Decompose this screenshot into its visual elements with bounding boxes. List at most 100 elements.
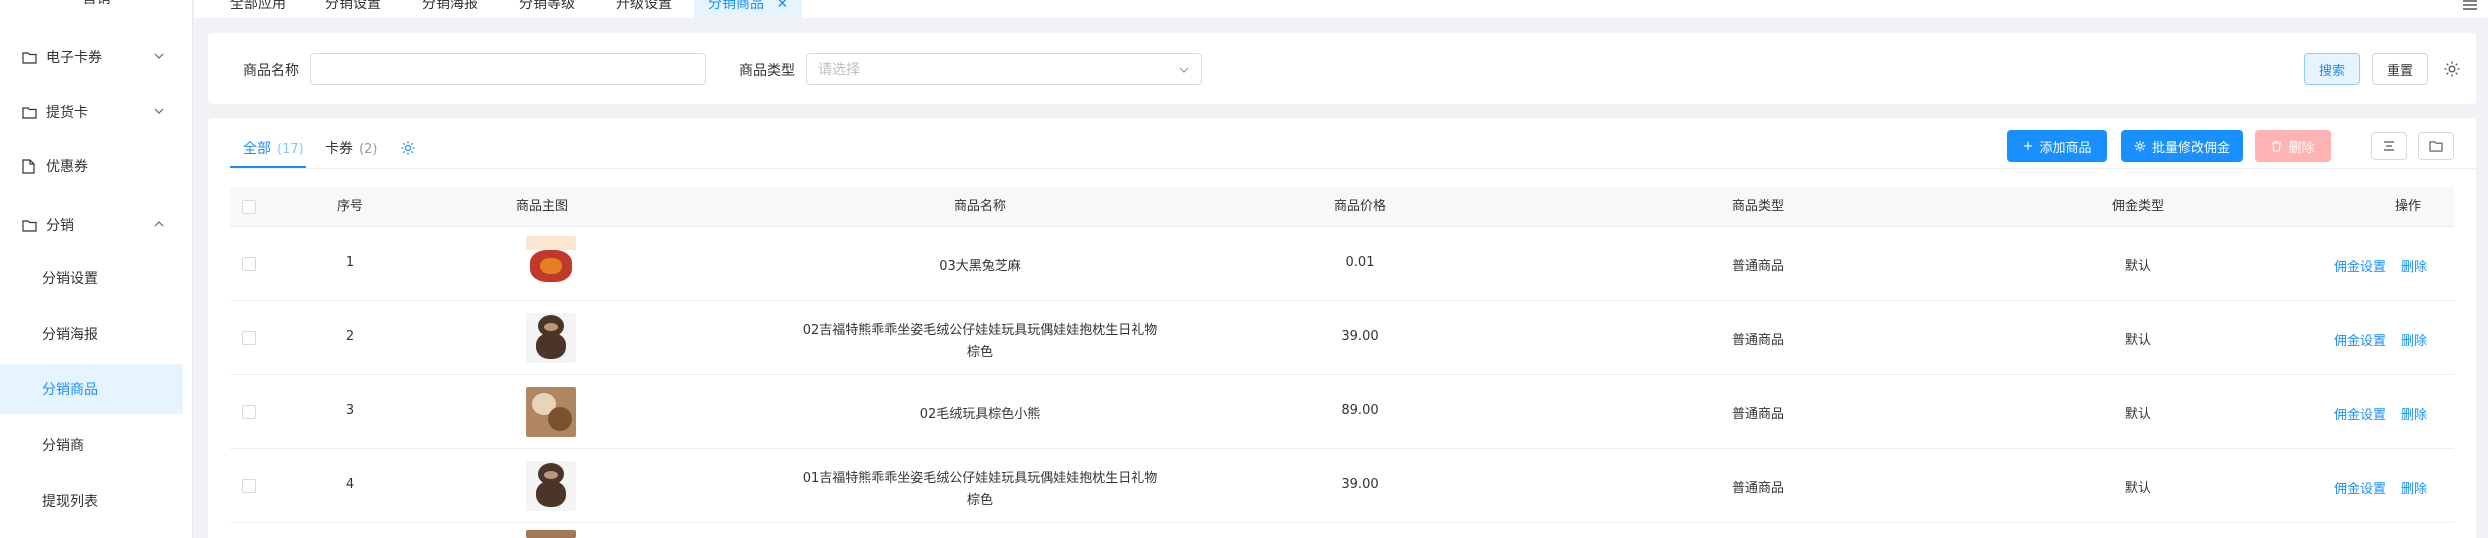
view-tab-all[interactable]: 全部 (17) bbox=[243, 138, 304, 158]
product-name-line2: 棕色 bbox=[966, 493, 993, 508]
chevron-down-icon bbox=[154, 53, 164, 59]
add-product-button[interactable]: + 添加商品 bbox=[2007, 130, 2107, 162]
product-name-input[interactable] bbox=[310, 53, 706, 85]
row-checkbox[interactable] bbox=[242, 331, 256, 345]
product-name-line2: 棕色 bbox=[966, 345, 993, 360]
close-icon[interactable]: ✕ bbox=[776, 0, 788, 12]
sidebar-item-distributors[interactable]: 分销商 bbox=[0, 420, 183, 470]
row-checkbox[interactable] bbox=[242, 479, 256, 493]
delete-link[interactable]: 删除 bbox=[2398, 256, 2430, 275]
commission-type: 默认 bbox=[2124, 407, 2151, 422]
row-checkbox[interactable] bbox=[242, 405, 256, 419]
column-header-index: 序号 bbox=[336, 199, 363, 214]
tab-distribution-level[interactable]: 分销等级 bbox=[519, 0, 575, 18]
product-type: 普通商品 bbox=[1731, 407, 1784, 422]
product-type-label: 商品类型 bbox=[739, 63, 795, 79]
table-header: 序号 商品主图 商品名称 商品价格 商品类型 佣金类型 操作 bbox=[230, 187, 2454, 227]
product-image[interactable] bbox=[526, 313, 576, 363]
view-tab-count: (17) bbox=[277, 142, 304, 157]
product-price: 39.00 bbox=[1341, 477, 1379, 492]
table-row: 1 03大黑兔芝麻 0.01 普通商品 默认 佣金设置 删除 bbox=[230, 227, 2454, 301]
folder-icon bbox=[22, 217, 38, 233]
product-price: 0.01 bbox=[1345, 255, 1375, 270]
sidebar: 营销 电子卡券 提货卡 优惠券 分销 分销设置 分销海报 分销商品 分销商 提现… bbox=[0, 0, 193, 538]
product-type-select[interactable]: 请选择 bbox=[806, 53, 1202, 85]
filter-icon bbox=[2384, 141, 2394, 151]
tab-distribution-settings[interactable]: 分销设置 bbox=[325, 0, 381, 18]
product-type: 普通商品 bbox=[1731, 333, 1784, 348]
product-name: 03大黑兔芝麻 bbox=[939, 259, 1021, 274]
view-tab-divider bbox=[230, 168, 2476, 169]
column-header-type: 商品类型 bbox=[1731, 199, 1784, 214]
sidebar-item-distribution-settings[interactable]: 分销设置 bbox=[0, 253, 183, 303]
product-name: 02吉福特熊乖乖坐姿毛绒公仔娃娃玩具玩偶娃娃抱枕生日礼物 bbox=[802, 323, 1158, 338]
commission-settings-link[interactable]: 佣金设置 bbox=[2330, 478, 2390, 497]
menu-icon[interactable] bbox=[2462, 0, 2478, 12]
chevron-up-icon bbox=[154, 221, 164, 227]
row-index: 2 bbox=[345, 329, 355, 344]
sidebar-group-pickup-card[interactable]: 提货卡 bbox=[0, 87, 192, 137]
folder-icon bbox=[22, 49, 38, 65]
folder-button[interactable] bbox=[2418, 132, 2454, 160]
gear-icon bbox=[2134, 140, 2146, 152]
gear-icon[interactable] bbox=[2443, 60, 2461, 78]
sidebar-item-withdraw-list[interactable]: 提现列表 bbox=[0, 476, 183, 526]
toggle-search-button[interactable] bbox=[2371, 132, 2407, 160]
trash-icon bbox=[2271, 140, 2282, 152]
row-index: 3 bbox=[345, 403, 355, 418]
sidebar-item-distribution-poster[interactable]: 分销海报 bbox=[0, 309, 183, 359]
commission-type: 默认 bbox=[2124, 333, 2151, 348]
commission-type: 默认 bbox=[2124, 259, 2151, 274]
batch-edit-commission-button[interactable]: 批量修改佣金 bbox=[2121, 130, 2243, 162]
product-image[interactable] bbox=[526, 530, 576, 538]
commission-settings-link[interactable]: 佣金设置 bbox=[2330, 256, 2390, 275]
commission-settings-link[interactable]: 佣金设置 bbox=[2330, 330, 2390, 349]
search-button[interactable]: 搜索 bbox=[2304, 53, 2360, 85]
reset-button[interactable]: 重置 bbox=[2372, 53, 2428, 85]
sidebar-item-distribution-products[interactable]: 分销商品 bbox=[0, 364, 183, 414]
product-image[interactable] bbox=[526, 387, 576, 437]
view-tab-coupon[interactable]: 卡券 (2) bbox=[325, 138, 377, 158]
batch-edit-label: 批量修改佣金 bbox=[2151, 140, 2230, 156]
row-checkbox[interactable] bbox=[242, 257, 256, 271]
product-image[interactable] bbox=[526, 236, 576, 286]
delete-button[interactable]: 删除 bbox=[2255, 130, 2331, 162]
tab-label: 分销商品 bbox=[708, 0, 764, 12]
commission-settings-link[interactable]: 佣金设置 bbox=[2330, 404, 2390, 423]
tab-distribution-products[interactable]: 分销商品 ✕ bbox=[694, 0, 803, 18]
tab-distribution-poster[interactable]: 分销海报 bbox=[422, 0, 478, 18]
commission-type: 默认 bbox=[2124, 481, 2151, 496]
product-name: 02毛绒玩具棕色小熊 bbox=[919, 407, 1041, 422]
sidebar-group-distribution[interactable]: 分销 bbox=[0, 200, 192, 250]
product-type: 普通商品 bbox=[1731, 259, 1784, 274]
product-price: 39.00 bbox=[1341, 329, 1379, 344]
sidebar-top-label: 营销 bbox=[0, 0, 192, 8]
tab-bar: 全部应用 分销设置 分销海报 分销等级 升级设置 分销商品 ✕ bbox=[194, 0, 2488, 18]
table-row: 3 02毛绒玩具棕色小熊 89.00 普通商品 默认 佣金设置 删除 bbox=[230, 375, 2454, 449]
product-name-label: 商品名称 bbox=[243, 63, 299, 79]
row-index: 4 bbox=[345, 477, 355, 492]
chevron-down-icon bbox=[154, 108, 164, 114]
document-icon bbox=[22, 158, 38, 174]
sidebar-group-coupon[interactable]: 优惠券 bbox=[0, 141, 192, 191]
chevron-down-icon bbox=[1179, 67, 1189, 73]
sidebar-group-ecard[interactable]: 电子卡券 bbox=[0, 32, 192, 82]
select-all-checkbox[interactable] bbox=[242, 200, 256, 214]
sidebar-group-label: 分销 bbox=[46, 218, 74, 234]
view-tab-count: (2) bbox=[359, 142, 378, 157]
search-card: 商品名称 商品类型 请选择 搜索 重置 bbox=[208, 33, 2476, 104]
sidebar-group-label: 优惠券 bbox=[46, 159, 88, 175]
table-row: 2 02吉福特熊乖乖坐姿毛绒公仔娃娃玩具玩偶娃娃抱枕生日礼物 棕色 39.00 … bbox=[230, 301, 2454, 375]
product-type-placeholder: 请选择 bbox=[818, 62, 860, 78]
delete-link[interactable]: 删除 bbox=[2398, 478, 2430, 497]
add-product-label: 添加商品 bbox=[2039, 140, 2092, 156]
tab-upgrade-settings[interactable]: 升级设置 bbox=[616, 0, 672, 18]
view-tab-label: 卡券 bbox=[325, 141, 353, 157]
product-image[interactable] bbox=[526, 461, 576, 511]
delete-link[interactable]: 删除 bbox=[2398, 404, 2430, 423]
sidebar-group-label: 提货卡 bbox=[46, 105, 88, 121]
delete-link[interactable]: 删除 bbox=[2398, 330, 2430, 349]
tab-all-apps[interactable]: 全部应用 bbox=[230, 0, 286, 18]
folder-icon bbox=[22, 104, 38, 120]
gear-icon[interactable] bbox=[400, 140, 416, 156]
